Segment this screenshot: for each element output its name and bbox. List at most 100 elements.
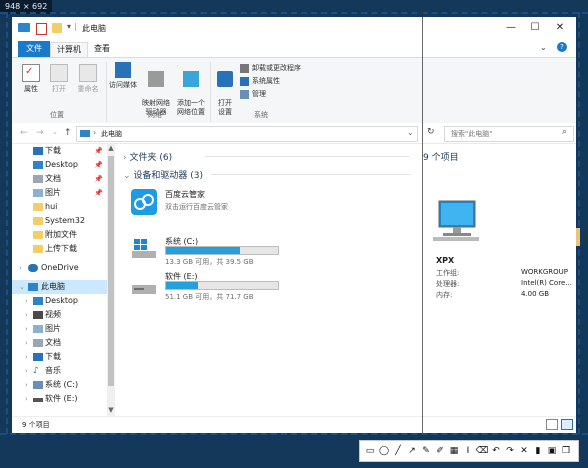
title-bar[interactable]: ▾ | 此电脑 — ☐ ✕	[12, 17, 576, 39]
baidu-app-item[interactable]	[130, 188, 160, 218]
recent-locations-icon[interactable]: ⌄	[52, 128, 58, 136]
marker-icon[interactable]: ✐	[433, 443, 447, 459]
text-icon[interactable]: I	[461, 443, 475, 459]
tab-file[interactable]: 文件	[18, 41, 50, 57]
open-label: 打开	[52, 85, 66, 93]
scroll-up-icon[interactable]: ▲	[107, 144, 115, 152]
maximize-button[interactable]: ☐	[524, 17, 546, 39]
computer-monitor-icon	[433, 200, 479, 241]
chevron-down-icon[interactable]: ⌄	[19, 280, 25, 294]
nav-item-attachments[interactable]: 附加文件	[12, 228, 107, 242]
drive-e-item[interactable]	[130, 281, 158, 297]
nav-item-videos[interactable]: › 视频	[12, 308, 107, 322]
nav-item-pc-desktop[interactable]: › Desktop	[12, 294, 107, 308]
computer-icon	[80, 130, 90, 137]
nav-item-onedrive[interactable]: › OneDrive	[12, 261, 107, 275]
forward-arrow-icon[interactable]: →	[36, 128, 44, 138]
system-properties-button[interactable]: 系统属性	[240, 76, 280, 87]
access-media-button[interactable]: 访问媒体	[108, 62, 138, 90]
minimize-button[interactable]: —	[500, 17, 522, 39]
address-bar[interactable]: › 此电脑 ⌄	[76, 126, 418, 142]
tab-computer[interactable]: 计算机	[50, 42, 88, 57]
capture-resize-handle[interactable]	[576, 228, 580, 246]
open-settings-button[interactable]: 打开 设置	[212, 62, 238, 117]
chevron-right-icon[interactable]: ›	[19, 261, 22, 275]
nav-item-pc-pictures[interactable]: › 图片	[12, 322, 107, 336]
nav-item-pc-documents[interactable]: › 文档	[12, 336, 107, 350]
undo-icon[interactable]: ↶	[489, 443, 503, 459]
open-icon	[50, 64, 68, 82]
rename-button[interactable]: 重命名	[74, 64, 102, 94]
mosaic-icon[interactable]: ▦	[447, 443, 461, 459]
qat-dropdown-icon[interactable]: ▾	[67, 22, 71, 31]
nav-item-desktop[interactable]: Desktop 📌	[12, 158, 107, 172]
refresh-icon[interactable]: ↻	[427, 127, 435, 137]
ellipse-icon[interactable]: ◯	[377, 443, 391, 459]
details-view-icon[interactable]	[546, 419, 558, 430]
nav-item-hui[interactable]: hui	[12, 200, 107, 214]
add-network-location-button[interactable]: 添加一个 网络位置	[174, 62, 208, 117]
pencil-icon[interactable]: ✎	[419, 443, 433, 459]
nav-scrollbar[interactable]: ▲ ▼	[107, 144, 115, 416]
chevron-right-icon[interactable]: ›	[25, 336, 28, 350]
rectangle-icon[interactable]: ▭	[363, 443, 377, 459]
open-button[interactable]: 打开	[46, 64, 72, 94]
breadcrumb-this-pc[interactable]: 此电脑	[101, 129, 122, 139]
nav-item-pc-downloads[interactable]: › 下载	[12, 350, 107, 364]
properties-button[interactable]: ✓ 属性	[18, 64, 44, 94]
nav-item-documents[interactable]: 文档 📌	[12, 172, 107, 186]
back-arrow-icon[interactable]: ←	[20, 128, 28, 138]
chevron-right-icon[interactable]: ›	[25, 294, 28, 308]
scrollbar-thumb[interactable]	[108, 156, 114, 386]
chevron-right-icon[interactable]: ›	[25, 350, 28, 364]
nav-item-downloads[interactable]: 下载 📌	[12, 144, 107, 158]
copy-icon[interactable]: ❐	[559, 443, 573, 459]
tab-view[interactable]: 查看	[88, 42, 116, 56]
pin-icon[interactable]: ▮	[531, 443, 545, 459]
help-icon[interactable]: ?	[557, 42, 567, 52]
baidu-app-name[interactable]: 百度云管家	[165, 189, 205, 200]
manage-button[interactable]: 管理	[240, 89, 266, 100]
search-icon[interactable]: ⌕	[562, 127, 567, 137]
chevron-down-icon[interactable]: ⌄	[123, 171, 131, 181]
new-folder-qat-icon[interactable]	[52, 23, 62, 33]
up-arrow-icon[interactable]: ↑	[64, 128, 72, 138]
nav-item-music[interactable]: › ♪ 音乐	[12, 364, 107, 378]
nav-item-this-pc[interactable]: ⌄ 此电脑	[12, 280, 107, 294]
pc-icon	[431, 199, 481, 243]
properties-qat-icon[interactable]	[36, 23, 47, 35]
uninstall-program-button[interactable]: 卸载或更改程序	[240, 63, 301, 74]
drive-e-space: 51.1 GB 可用，共 71.7 GB	[165, 293, 254, 301]
chevron-right-icon[interactable]: ›	[25, 378, 28, 392]
nav-item-upload-download[interactable]: 上传下载	[12, 242, 107, 256]
nav-item-drive-e[interactable]: › 软件 (E:)	[12, 392, 107, 406]
chevron-right-icon[interactable]: ›	[25, 392, 28, 406]
folders-section-header[interactable]: › 文件夹 (6)	[123, 150, 172, 163]
address-dropdown-icon[interactable]: ⌄	[407, 128, 414, 137]
chevron-right-icon[interactable]: ›	[123, 153, 127, 163]
eraser-icon[interactable]: ⌫	[475, 443, 489, 459]
status-bar: 9 个项目	[12, 416, 576, 433]
nav-item-system32[interactable]: System32	[12, 214, 107, 228]
chevron-right-icon[interactable]: ›	[25, 322, 28, 336]
processor-key: 处理器:	[436, 280, 460, 288]
system-drive-icon	[33, 381, 43, 389]
scroll-down-icon[interactable]: ▼	[107, 406, 115, 414]
devices-section-header[interactable]: ⌄ 设备和驱动器 (3)	[123, 168, 203, 181]
devices-header-label: 设备和驱动器 (3)	[133, 171, 204, 181]
arrow-icon[interactable]: ↗	[405, 443, 419, 459]
map-drive-button[interactable]: 映射网络 驱动器	[140, 62, 172, 117]
line-icon[interactable]: ╱	[391, 443, 405, 459]
ribbon-expand-icon[interactable]: ⌄	[540, 43, 547, 52]
close-button[interactable]: ✕	[549, 17, 571, 39]
chevron-right-icon[interactable]: ›	[25, 364, 28, 378]
nav-item-pictures[interactable]: 图片 📌	[12, 186, 107, 200]
search-input[interactable]: 搜索"此电脑" ⌕	[444, 126, 574, 142]
save-icon[interactable]: ▣	[545, 443, 559, 459]
drive-c-item[interactable]	[130, 237, 158, 261]
redo-icon[interactable]: ↷	[503, 443, 517, 459]
nav-item-drive-c[interactable]: › 系统 (C:)	[12, 378, 107, 392]
chevron-right-icon[interactable]: ›	[25, 308, 28, 322]
large-icons-view-icon[interactable]	[561, 419, 573, 430]
cancel-icon[interactable]: ✕	[517, 443, 531, 459]
